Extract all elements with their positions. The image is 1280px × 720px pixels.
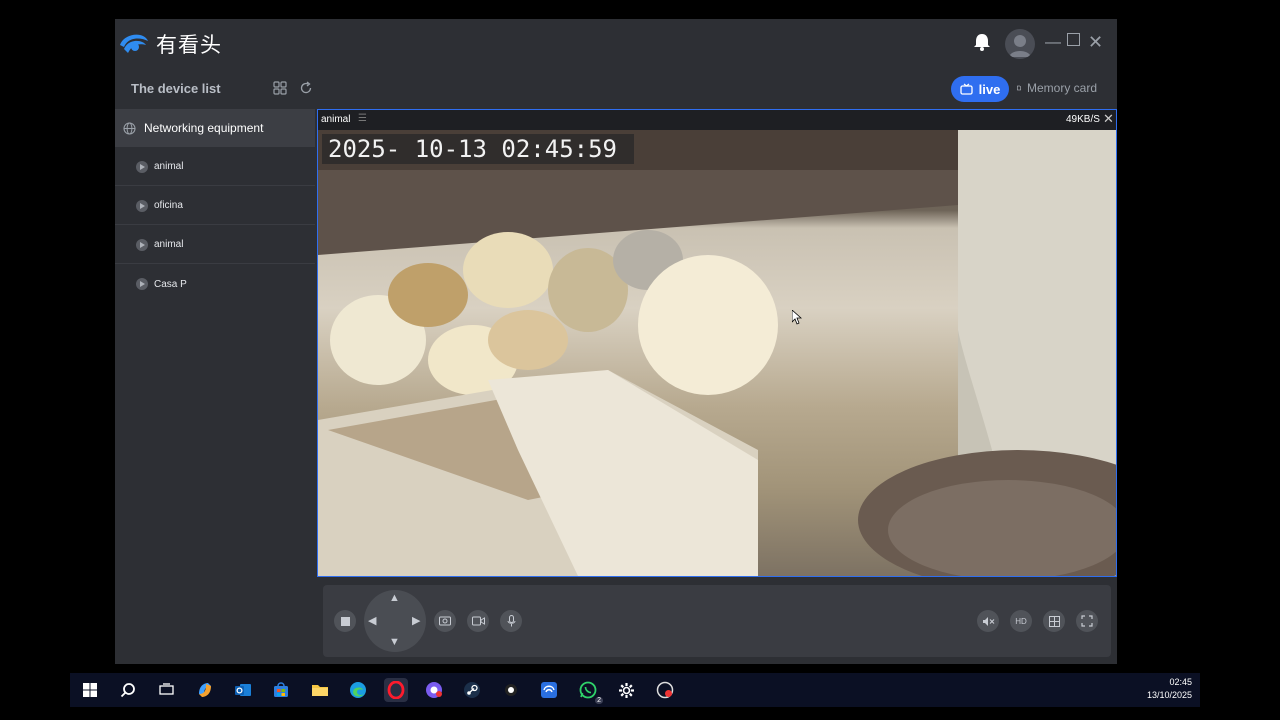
device-sidebar: Networking equipment animal oficina anim… [115, 109, 315, 664]
live-label: live [978, 81, 1001, 97]
video-camera-icon [471, 616, 485, 626]
bitrate: 49KB/S [1066, 114, 1100, 125]
microphone-icon [507, 615, 515, 627]
memory-card-button[interactable]: Memory card [1017, 81, 1097, 95]
group-label: Networking equipment [144, 121, 264, 135]
file-explorer-icon[interactable] [308, 678, 332, 702]
clock-time: 02:45 [1169, 677, 1192, 687]
obs-icon[interactable] [499, 678, 523, 702]
device-label: animal [154, 161, 184, 172]
device-list-title: The device list [131, 81, 221, 96]
memory-card-icon [1017, 85, 1021, 91]
opera-icon[interactable] [384, 678, 408, 702]
recorder-icon[interactable] [653, 678, 677, 702]
ptz-pad[interactable]: ▲ ▼ ◀ ▶ [364, 590, 426, 652]
store-icon[interactable] [269, 678, 293, 702]
mute-button[interactable] [977, 610, 999, 632]
fullscreen-button[interactable] [1076, 610, 1098, 632]
app-window: 有看头 — ✕ The device list live Memory card [115, 19, 1117, 664]
hd-button[interactable]: HD [1010, 610, 1032, 632]
layout-grid-button[interactable] [1043, 610, 1065, 632]
snapshot-button[interactable] [434, 610, 456, 632]
steam-icon[interactable] [460, 678, 484, 702]
ptz-right-icon[interactable]: ▶ [412, 614, 420, 627]
outlook-icon[interactable] [231, 678, 255, 702]
record-button[interactable] [467, 610, 489, 632]
playback-controls: ▲ ▼ ◀ ▶ HD [323, 585, 1111, 657]
video-header: animal ☰ 49KB/S ✕ [318, 110, 1116, 130]
microphone-button[interactable] [500, 610, 522, 632]
logo-icon [120, 34, 148, 53]
speaker-muted-icon [982, 616, 994, 626]
globe-icon [123, 121, 136, 135]
play-icon [136, 278, 148, 290]
chrome-icon[interactable] [422, 678, 446, 702]
close-icon[interactable]: ✕ [1088, 32, 1103, 53]
device-item[interactable]: oficina [115, 187, 315, 225]
maximize-icon[interactable] [1067, 33, 1080, 46]
refresh-icon[interactable] [299, 81, 313, 100]
play-icon [136, 160, 148, 173]
memory-card-label: Memory card [1026, 81, 1097, 95]
close-video-icon[interactable]: ✕ [1103, 111, 1114, 127]
notification-badge: 2 [595, 697, 603, 704]
device-group-networking[interactable]: Networking equipment [115, 109, 315, 147]
title-bar: 有看头 — ✕ [115, 19, 1117, 69]
device-item[interactable]: Casa P [115, 265, 315, 303]
fullscreen-icon [1081, 615, 1093, 627]
device-label: animal [154, 239, 184, 250]
windows-start-icon[interactable] [78, 678, 102, 702]
camera-icon [439, 616, 451, 626]
device-label: oficina [154, 200, 183, 211]
system-clock[interactable]: 02:45 13/10/2025 [1147, 676, 1192, 702]
device-item[interactable]: animal [115, 148, 315, 186]
camera-scene [318, 130, 1116, 576]
live-button[interactable]: live [951, 76, 1009, 102]
whatsapp-icon[interactable]: 2 [576, 678, 603, 704]
device-item[interactable]: animal [115, 226, 315, 264]
ptz-up-icon[interactable]: ▲ [389, 592, 400, 604]
taskbar: 2 02:45 13/10/2025 [70, 673, 1200, 707]
camera-app-icon[interactable] [537, 678, 561, 702]
brand-name: 有看头 [156, 33, 222, 57]
grid-view-icon[interactable] [273, 81, 287, 100]
play-icon [136, 199, 148, 212]
search-icon[interactable] [116, 678, 140, 702]
device-label: Casa P [154, 278, 187, 290]
app-logo: 有看头 [118, 29, 222, 59]
edge-icon[interactable] [346, 678, 370, 702]
clock-date: 13/10/2025 [1146, 690, 1192, 700]
menu-icon[interactable]: ☰ [358, 113, 367, 124]
cursor-icon [791, 309, 803, 330]
user-icon [1009, 35, 1031, 57]
video-panel[interactable]: animal ☰ 49KB/S ✕ 2025- 10-13 02:45:59 [317, 109, 1117, 577]
channel-name: animal [321, 114, 351, 125]
settings-icon[interactable] [614, 678, 638, 702]
copilot-icon[interactable] [193, 678, 217, 702]
minimize-icon[interactable]: — [1045, 34, 1061, 52]
bell-icon[interactable] [972, 32, 992, 57]
ptz-down-icon[interactable]: ▼ [389, 636, 400, 648]
camera-feed[interactable]: 2025- 10-13 02:45:59 [318, 130, 1116, 576]
play-icon [136, 238, 148, 251]
ptz-left-icon[interactable]: ◀ [368, 614, 376, 627]
tv-icon [960, 83, 973, 95]
task-view-icon[interactable] [154, 678, 178, 702]
avatar[interactable] [1005, 29, 1035, 59]
stop-button[interactable] [334, 610, 356, 632]
timestamp-overlay: 2025- 10-13 02:45:59 [322, 134, 634, 164]
grid-icon [1048, 615, 1060, 627]
